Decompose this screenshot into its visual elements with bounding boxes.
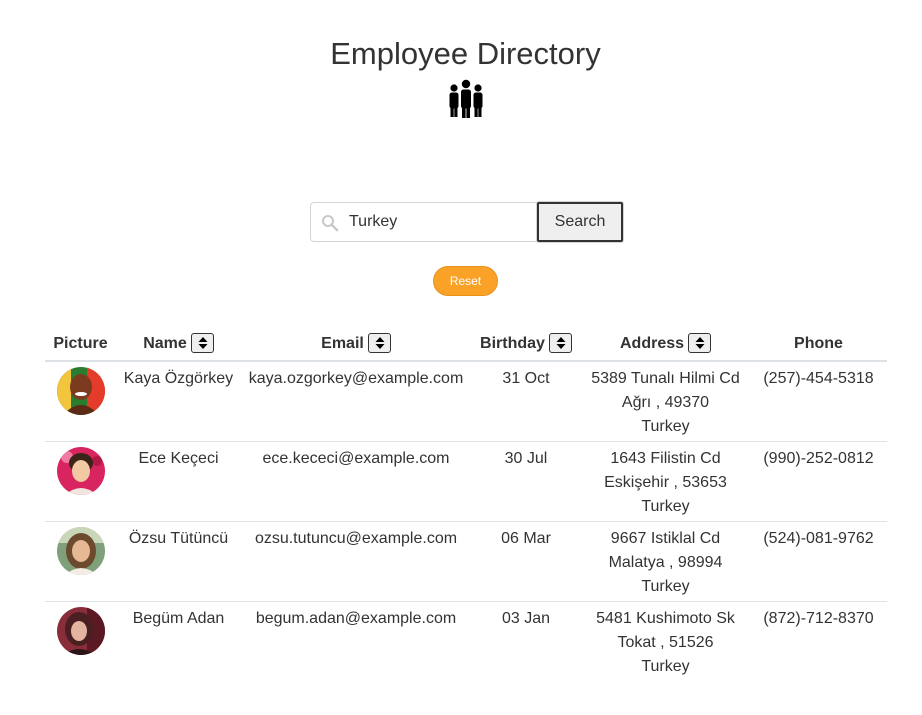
- cell-email: kaya.ozgorkey@example.com: [241, 361, 471, 442]
- cell-name: Kaya Özgörkey: [116, 361, 241, 442]
- search-button[interactable]: Search: [537, 202, 623, 242]
- header-address-label: Address: [619, 335, 685, 353]
- sort-icon: [198, 337, 208, 349]
- header-address: Address: [581, 328, 750, 362]
- table-row: Begüm Adan begum.adan@example.com 03 Jan…: [45, 601, 887, 681]
- cell-birthday: 06 Mar: [471, 521, 581, 602]
- search-form: Search: [310, 202, 623, 242]
- header-name: Name: [116, 328, 241, 362]
- cell-birthday: 31 Oct: [471, 361, 581, 442]
- sort-address-button[interactable]: [688, 333, 712, 353]
- employee-table: Picture Name Email Birthday Address Phon…: [45, 328, 887, 681]
- cell-birthday: 03 Jan: [501, 609, 551, 627]
- search-input[interactable]: [349, 204, 529, 240]
- table-row: Kaya Özgörkey kaya.ozgorkey@example.com …: [45, 361, 887, 442]
- sort-birthday-button[interactable]: [548, 333, 572, 353]
- cell-phone: (990)-252-0812: [750, 441, 887, 522]
- sort-icon: [695, 337, 705, 349]
- cell-picture: [45, 601, 116, 681]
- cell-phone: (257)-454-5318: [750, 361, 887, 442]
- employee-directory-page: Employee Directory Search Reset: [0, 0, 922, 715]
- avatar: [56, 606, 105, 655]
- address-line: Turkey: [641, 577, 690, 595]
- page-title: Employee Directory: [330, 36, 601, 71]
- table-header-row: Picture Name Email Birthday Address Phon…: [45, 328, 887, 362]
- reset-button[interactable]: Reset: [433, 266, 498, 296]
- header-birthday: Birthday: [471, 328, 581, 362]
- header-picture-label: Picture: [53, 335, 108, 352]
- address-line: 9667 Istiklal Cd: [610, 529, 721, 547]
- address-line: Eskişehir , 53653: [604, 473, 727, 491]
- search-field[interactable]: [310, 202, 538, 242]
- cell-name: Özsu Tütüncü: [116, 521, 241, 602]
- table-row: Özsu Tütüncü ozsu.tutuncu@example.com 06…: [45, 521, 887, 602]
- avatar: [56, 367, 105, 415]
- cell-email: ozsu.tutuncu@example.com: [241, 521, 471, 602]
- address-line: Turkey: [641, 657, 690, 675]
- header-phone: Phone: [750, 328, 887, 362]
- address-line: Turkey: [641, 418, 690, 435]
- header-email: Email: [241, 328, 471, 362]
- cell-address: 5389 Tunalı Hilmi Cd Ağrı , 49370 Turkey: [581, 361, 750, 442]
- search-icon: [322, 215, 339, 232]
- cell-name: Begüm Adan: [132, 609, 225, 627]
- address-line: Ağrı , 49370: [621, 394, 710, 411]
- cell-address: 9667 Istiklal Cd Malatya , 98994 Turkey: [581, 521, 750, 602]
- address-line: 5481 Kushimoto Sk: [596, 609, 735, 627]
- address-line: Tokat , 51526: [617, 633, 714, 651]
- cell-picture: [45, 441, 116, 522]
- header-picture: Picture: [45, 328, 116, 362]
- header-email-label: Email: [321, 335, 364, 353]
- header-name-label: Name: [143, 335, 187, 353]
- address-line: 5389 Tunalı Hilmi Cd: [591, 370, 740, 387]
- cell-email: ece.kececi@example.com: [241, 441, 471, 522]
- avatar: [56, 526, 105, 575]
- address-line: Turkey: [641, 497, 690, 515]
- cell-address: 5481 Kushimoto Sk Tokat , 51526 Turkey: [581, 601, 750, 681]
- address-line: 1643 Filistin Cd: [610, 449, 721, 467]
- sort-name-button[interactable]: [190, 333, 214, 353]
- avatar: [56, 446, 105, 495]
- sort-icon: [556, 337, 566, 349]
- address-line: Malatya , 98994: [608, 553, 723, 571]
- cell-picture: [45, 521, 116, 602]
- sort-icon: [375, 337, 385, 349]
- cell-picture: [45, 361, 116, 442]
- cell-phone: (524)-081-9762: [750, 521, 887, 602]
- cell-birthday: 30 Jul: [471, 441, 581, 522]
- cell-phone: (872)-712-8370: [763, 609, 874, 627]
- cell-email: begum.adan@example.com: [255, 609, 457, 627]
- cell-name: Ece Keçeci: [116, 441, 241, 522]
- people-group-icon: [449, 79, 483, 118]
- table-row: Ece Keçeci ece.kececi@example.com 30 Jul…: [45, 441, 887, 522]
- header-birthday-label: Birthday: [480, 335, 545, 353]
- header-phone-label: Phone: [794, 335, 843, 352]
- sort-email-button[interactable]: [367, 333, 391, 353]
- cell-address: 1643 Filistin Cd Eskişehir , 53653 Turke…: [581, 441, 750, 522]
